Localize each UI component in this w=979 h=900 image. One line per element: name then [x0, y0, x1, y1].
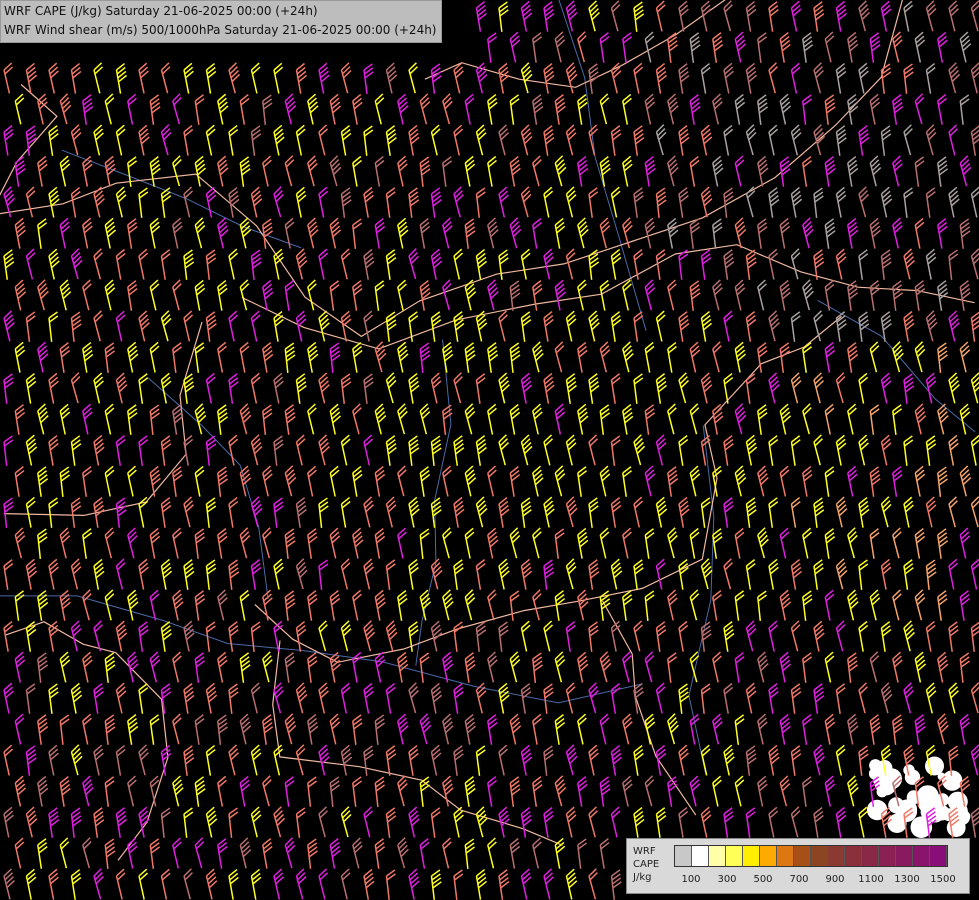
cape-patch	[933, 804, 950, 821]
weather-map	[0, 0, 979, 900]
cape-patch	[947, 791, 968, 812]
cape-patch	[904, 769, 921, 785]
cape-patch	[873, 803, 887, 817]
cape-patch	[888, 797, 905, 814]
